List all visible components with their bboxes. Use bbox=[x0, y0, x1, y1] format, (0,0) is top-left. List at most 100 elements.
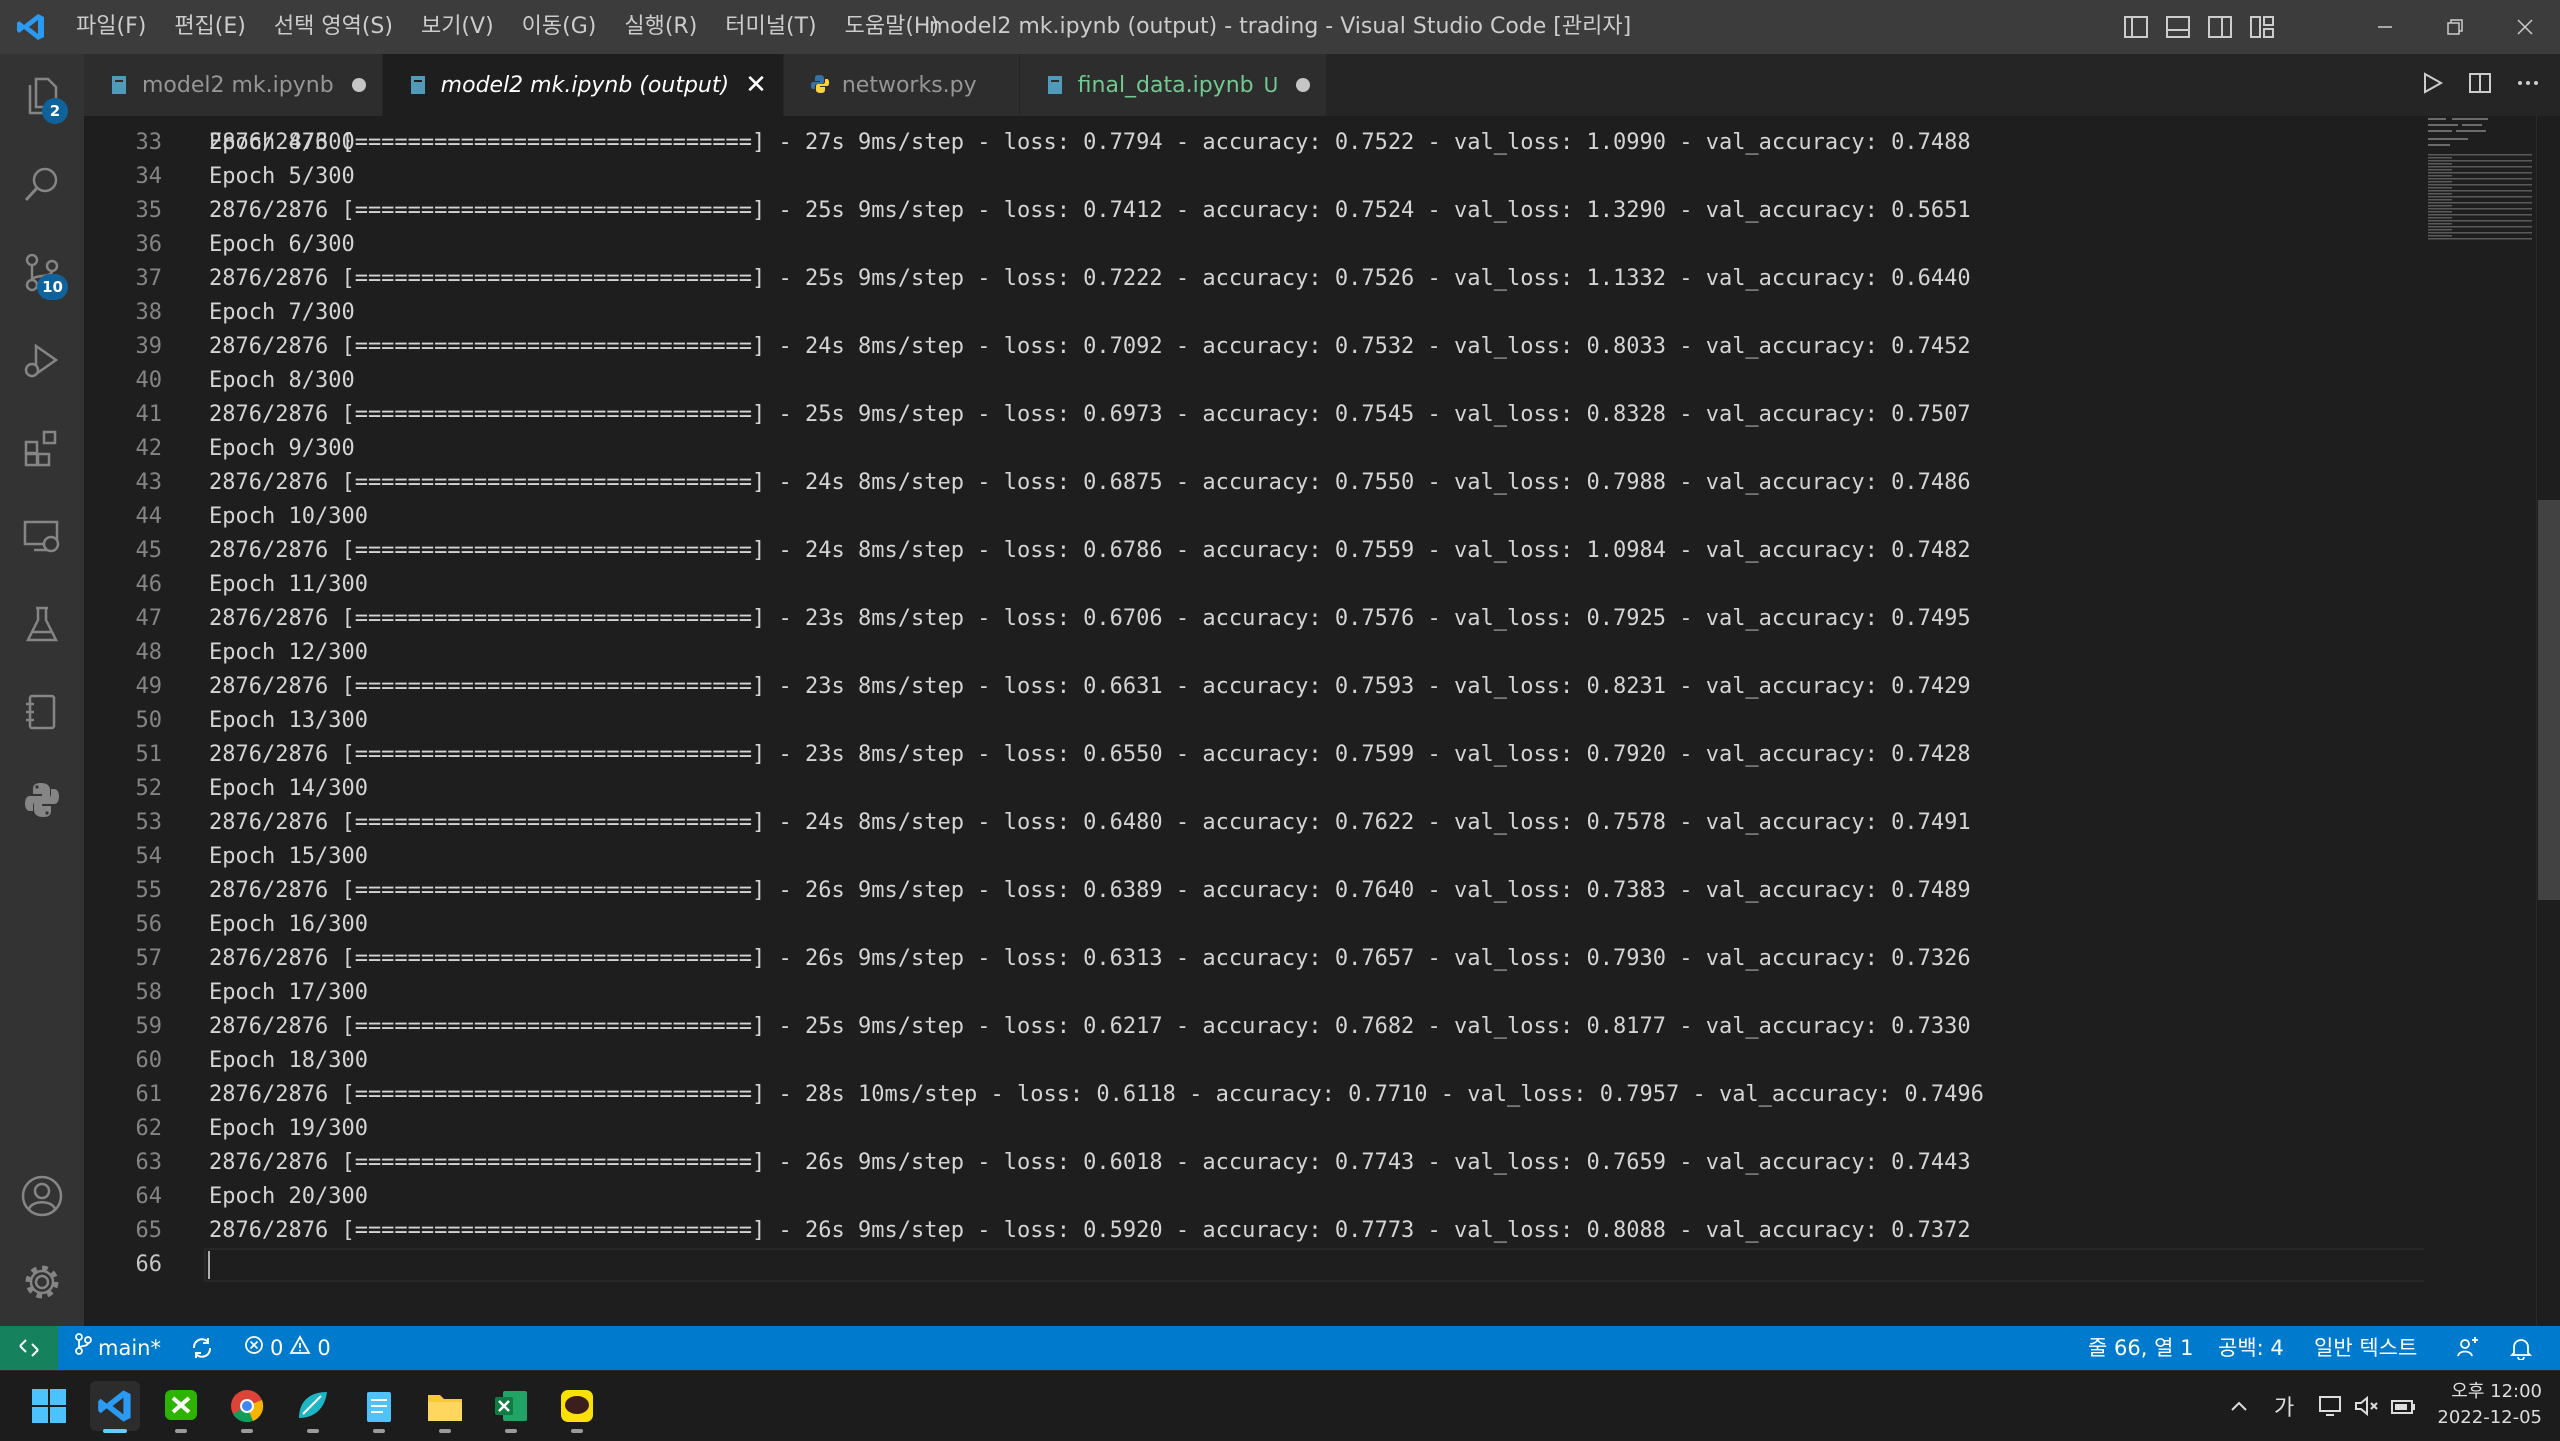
menu-item[interactable]: 실행(R) bbox=[610, 0, 711, 54]
taskbar-excel-icon[interactable] bbox=[486, 1381, 536, 1433]
menu-item[interactable]: 파일(F) bbox=[62, 0, 160, 54]
search-icon[interactable] bbox=[0, 142, 84, 226]
minimap[interactable] bbox=[2424, 116, 2536, 256]
code-text: Epoch 20/300 bbox=[209, 1184, 368, 1209]
run-icon[interactable] bbox=[2420, 71, 2444, 99]
line-number: 57 bbox=[135, 946, 163, 971]
code-text: Epoch 11/300 bbox=[209, 572, 368, 597]
sync-icon[interactable] bbox=[190, 1326, 214, 1370]
code-text: 2876/2876 [=============================… bbox=[209, 810, 1971, 835]
volume-muted-icon[interactable] bbox=[2354, 1371, 2380, 1441]
line-number: 42 bbox=[135, 436, 163, 461]
editor-line: 42 Epoch 9/300 bbox=[84, 432, 2424, 466]
code-text: Epoch 18/300 bbox=[209, 1048, 368, 1073]
source-control-badge: 10 bbox=[37, 274, 68, 300]
code-text: 2876/2876 [=============================… bbox=[209, 198, 1971, 223]
customize-layout-icon[interactable] bbox=[2248, 14, 2276, 40]
editor-line: 39 2876/2876 [===========================… bbox=[84, 330, 2424, 364]
jupyter-icon[interactable] bbox=[0, 670, 84, 754]
editor-line: 57 2876/2876 [===========================… bbox=[84, 942, 2424, 976]
tab-label: model2 mk.ipynb (output) bbox=[440, 72, 730, 98]
line-number: 66 bbox=[135, 1252, 163, 1277]
line-number: 60 bbox=[135, 1048, 163, 1073]
code-text: Epoch 17/300 bbox=[209, 980, 368, 1005]
close-window-icon[interactable] bbox=[2490, 0, 2560, 54]
taskbar-vscode-icon[interactable] bbox=[90, 1381, 140, 1433]
taskbar-app-icon[interactable] bbox=[288, 1381, 338, 1433]
editor-line: 59 2876/2876 [===========================… bbox=[84, 1010, 2424, 1044]
menu-item[interactable]: 터미널(T) bbox=[711, 0, 830, 54]
code-text: Epoch 7/300 bbox=[209, 300, 355, 325]
source-control-icon[interactable]: 10 bbox=[0, 230, 84, 314]
extensions-icon[interactable] bbox=[0, 406, 84, 490]
code-text: 2876/2876 [=============================… bbox=[209, 946, 1971, 971]
scrollbar-thumb[interactable] bbox=[2538, 500, 2560, 900]
git-branch[interactable]: main* bbox=[74, 1326, 161, 1370]
close-tab-icon[interactable]: ✕ bbox=[745, 70, 767, 100]
windows-start-icon[interactable] bbox=[24, 1381, 74, 1431]
editor-line: 48 Epoch 12/300 bbox=[84, 636, 2424, 670]
cursor-position[interactable]: 줄 66, 열 1 bbox=[2088, 1326, 2193, 1370]
network-icon[interactable] bbox=[2318, 1371, 2344, 1441]
more-actions-icon[interactable] bbox=[2516, 71, 2540, 99]
toggle-panel-icon[interactable] bbox=[2164, 14, 2192, 40]
status-bar: main* 0 0 줄 66, 열 1 공백: 4 일반 텍스트 bbox=[0, 1326, 2560, 1370]
editor-line: 43 2876/2876 [===========================… bbox=[84, 466, 2424, 500]
editor-line: 55 2876/2876 [===========================… bbox=[84, 874, 2424, 908]
tab-model2-notebook[interactable]: model2 mk.ipynb bbox=[84, 54, 383, 116]
line-number: 49 bbox=[135, 674, 163, 699]
run-debug-icon[interactable] bbox=[0, 318, 84, 402]
editor-line: 53 2876/2876 [===========================… bbox=[84, 806, 2424, 840]
editor-line: 36 Epoch 6/300 bbox=[84, 228, 2424, 262]
taskbar-chat-app-icon[interactable] bbox=[156, 1381, 206, 1433]
taskbar-file-explorer-icon[interactable] bbox=[420, 1381, 470, 1433]
menu-item[interactable]: 선택 영역(S) bbox=[260, 0, 407, 54]
menu-item[interactable]: 편집(E) bbox=[160, 0, 260, 54]
menu-item[interactable]: 이동(G) bbox=[508, 0, 611, 54]
ime-indicator[interactable]: 가 bbox=[2274, 1371, 2294, 1441]
unsaved-dot-icon[interactable] bbox=[1296, 78, 1311, 92]
notifications-bell-icon[interactable] bbox=[2510, 1326, 2532, 1370]
remote-explorer-icon[interactable] bbox=[0, 494, 84, 578]
language-mode[interactable]: 일반 텍스트 bbox=[2314, 1326, 2417, 1370]
taskbar-notepad-icon[interactable] bbox=[354, 1381, 404, 1433]
minimize-icon[interactable] bbox=[2350, 0, 2420, 54]
testing-icon[interactable] bbox=[0, 582, 84, 666]
toggle-primary-sidebar-icon[interactable] bbox=[2122, 14, 2150, 40]
system-clock[interactable]: 오후 12:00 2022-12-05 bbox=[2437, 1379, 2542, 1431]
accounts-icon[interactable] bbox=[0, 1154, 84, 1238]
line-number: 34 bbox=[135, 164, 163, 189]
code-text: 2876/2876 [=============================… bbox=[209, 538, 1971, 563]
editor-line: 62 Epoch 19/300 bbox=[84, 1112, 2424, 1146]
taskbar-chrome-icon[interactable] bbox=[222, 1381, 272, 1433]
remote-indicator-icon[interactable] bbox=[0, 1326, 58, 1370]
menu-item[interactable]: 도움말(H) bbox=[831, 0, 953, 54]
editor-line: 66 bbox=[84, 1248, 2424, 1282]
feedback-icon[interactable] bbox=[2456, 1326, 2480, 1370]
tab-final-data-notebook[interactable]: final_data.ipynb U bbox=[1019, 54, 1328, 116]
restore-icon[interactable] bbox=[2420, 0, 2490, 54]
unsaved-dot-icon[interactable] bbox=[351, 78, 366, 92]
show-hidden-icons-chevron-icon[interactable] bbox=[2228, 1371, 2250, 1441]
manage-gear-icon[interactable] bbox=[0, 1240, 84, 1324]
menu-item[interactable]: 보기(V) bbox=[407, 0, 508, 54]
battery-icon[interactable] bbox=[2390, 1371, 2418, 1441]
split-editor-icon[interactable] bbox=[2468, 71, 2492, 99]
line-number: 55 bbox=[135, 878, 163, 903]
toggle-secondary-sidebar-icon[interactable] bbox=[2206, 14, 2234, 40]
line-number: 65 bbox=[135, 1218, 163, 1243]
indentation[interactable]: 공백: 4 bbox=[2218, 1326, 2284, 1370]
notebook-file-icon bbox=[110, 74, 128, 96]
code-text: 2876/2876 [=============================… bbox=[209, 266, 1971, 291]
taskbar-kakaotalk-icon[interactable] bbox=[552, 1381, 602, 1433]
problems-indicator[interactable]: 0 0 bbox=[244, 1326, 331, 1370]
line-number: 64 bbox=[135, 1184, 163, 1209]
tab-networks-py[interactable]: networks.py bbox=[783, 54, 1020, 116]
python-icon[interactable] bbox=[0, 758, 84, 842]
tab-model2-output[interactable]: model2 mk.ipynb (output) ✕ bbox=[382, 54, 784, 116]
tab-label: networks.py bbox=[841, 72, 977, 98]
output-editor[interactable]: Epoch 4/300 33 2876/2876 [===============… bbox=[84, 116, 2424, 1326]
editor-line: 41 2876/2876 [===========================… bbox=[84, 398, 2424, 432]
editor-line: 50 Epoch 13/300 bbox=[84, 704, 2424, 738]
explorer-icon[interactable]: 2 bbox=[0, 54, 84, 138]
